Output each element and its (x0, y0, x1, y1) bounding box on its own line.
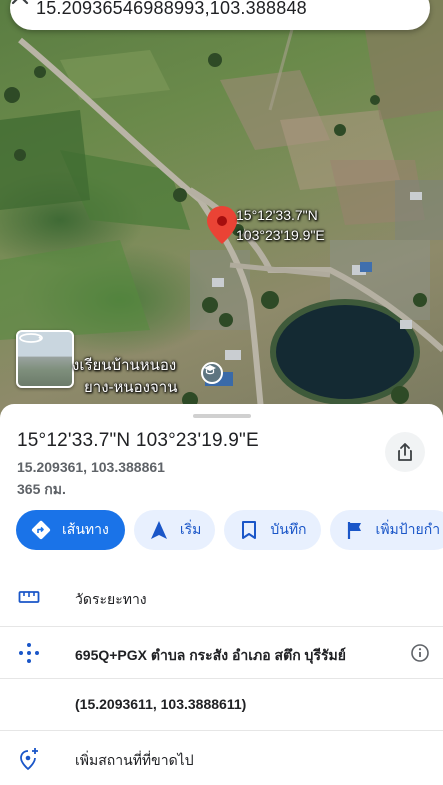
bookmark-icon (238, 519, 260, 541)
measure-distance-label: วัดระยะทาง (75, 591, 147, 607)
directions-label: เส้นทาง (62, 521, 109, 537)
measure-distance-row[interactable]: วัดระยะทาง (0, 580, 443, 614)
flag-icon (344, 519, 366, 541)
pin-coordinates-label: 15°12'33.7"N 103°23'19.9"E (236, 205, 325, 245)
school-label-line1: งเรียนบ้านหนอง (72, 357, 177, 374)
add-label-button[interactable]: เพิ่มป้ายกำ (329, 510, 443, 550)
share-icon (398, 443, 412, 461)
search-bar[interactable]: 15.20936546988993,103.388848 (10, 0, 430, 30)
school-icon[interactable] (201, 362, 223, 384)
plus-code-icon (17, 641, 41, 665)
plus-code-row[interactable]: 695Q+PGX ตำบล กระสัง อำเภอ สตึก บุรีรัมย… (0, 634, 443, 672)
street-view-thumbnail[interactable] (16, 330, 74, 388)
coordinates-text: (15.2093611, 103.3888611) (75, 696, 247, 712)
start-button[interactable]: เริ่ม (133, 510, 216, 550)
divider (0, 626, 443, 627)
divider (0, 678, 443, 679)
location-pin-icon (207, 206, 237, 244)
place-title: 15°12'33.7"N 103°23'19.9"E (17, 430, 259, 451)
start-label: เริ่ม (179, 521, 202, 537)
pin-label-longitude: 103°23'19.9"E (236, 227, 325, 243)
divider (0, 730, 443, 731)
add-label-label: เพิ่มป้ายกำ (375, 521, 441, 537)
add-place-icon (17, 747, 41, 771)
place-distance: 365 กม. (17, 481, 66, 497)
save-label: บันทึก (270, 521, 307, 537)
share-button[interactable] (385, 432, 425, 472)
directions-button[interactable]: เส้นทาง (16, 510, 125, 550)
school-label[interactable]: งเรียนบ้านหนอง ยาง-หนองจาน (72, 355, 177, 399)
close-icon[interactable] (11, 0, 416, 22)
info-icon[interactable] (410, 643, 430, 663)
action-chips: เส้นทาง เริ่ม บันทึก เพิ่มป้ายกำ (16, 510, 443, 552)
save-button[interactable]: บันทึก (224, 510, 321, 550)
directions-icon (30, 519, 52, 541)
place-decimal-coordinates: 15.209361, 103.388861 (17, 459, 165, 475)
place-sheet[interactable]: 15°12'33.7"N 103°23'19.9"E 15.209361, 10… (0, 404, 443, 785)
plus-code-text: 695Q+PGX ตำบล กระสัง อำเภอ สตึก บุรีรัมย… (75, 647, 346, 663)
street-view-360-icon (19, 333, 43, 343)
coordinates-row[interactable]: (15.2093611, 103.3888611) (0, 686, 443, 722)
satellite-map[interactable]: 15.20936546988993,103.388848 15°12'33.7"… (0, 0, 443, 420)
pin-label-latitude: 15°12'33.7"N (236, 207, 318, 223)
school-label-line2: ยาง-หนองจาน (84, 379, 178, 396)
add-missing-place-label: เพิ่มสถานที่ที่ขาดไป (75, 752, 194, 768)
search-input[interactable]: 15.20936546988993,103.388848 (36, 0, 388, 19)
navigation-arrow-icon (148, 519, 170, 541)
add-missing-place-row[interactable]: เพิ่มสถานที่ที่ขาดไป (0, 740, 443, 778)
ruler-icon (17, 585, 41, 609)
drag-handle[interactable] (193, 414, 251, 418)
